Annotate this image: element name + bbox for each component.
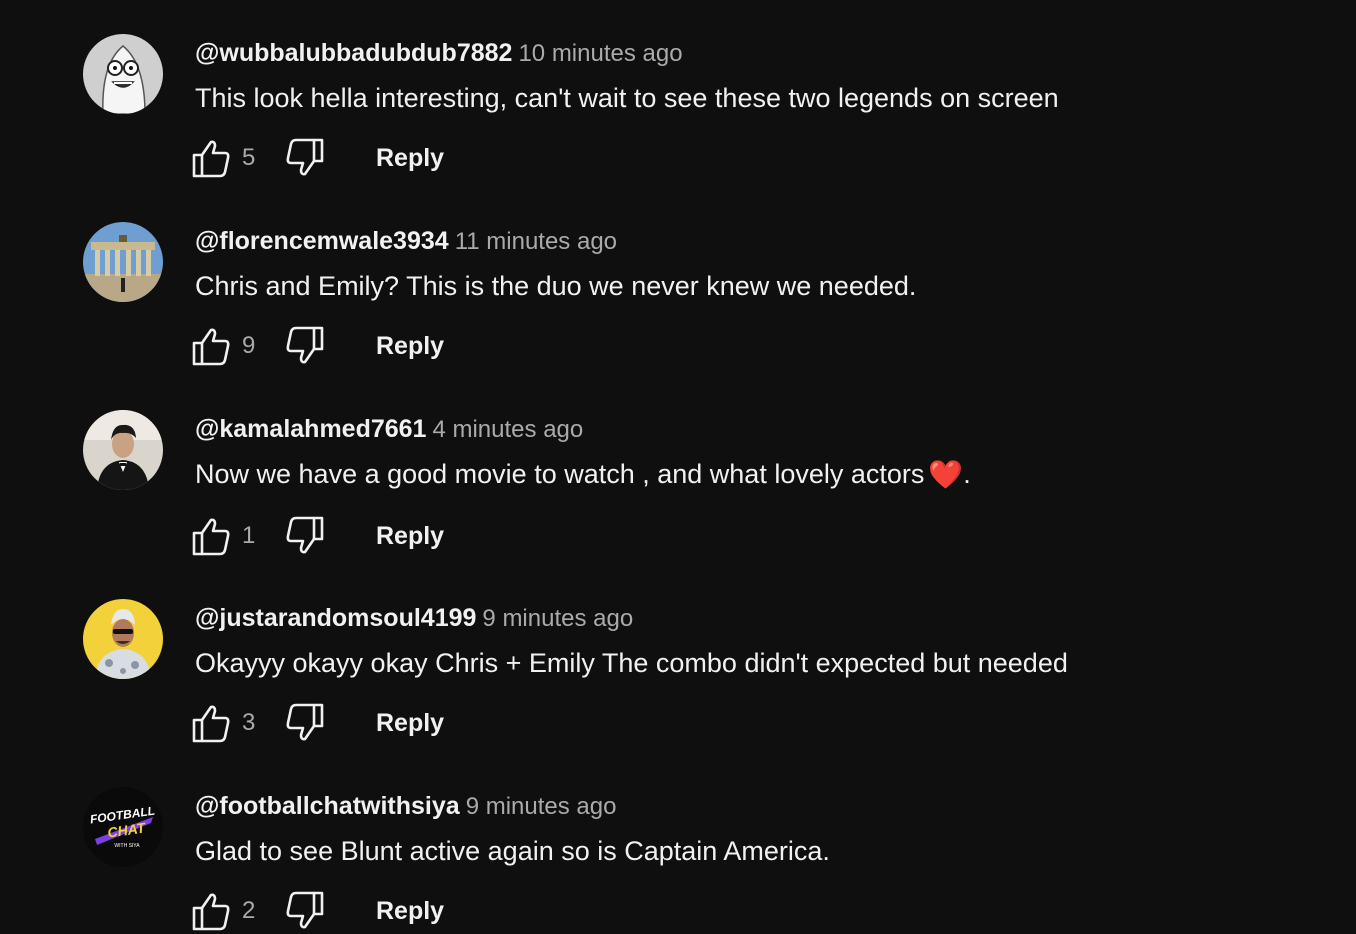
like-count: 1 [242, 522, 256, 549]
comment-author[interactable]: @kamalahmed7661 [195, 415, 426, 443]
like-button[interactable] [190, 138, 232, 178]
thumbs-up-icon [192, 705, 230, 743]
avatar[interactable] [83, 222, 163, 302]
comment-thread: @wubbalubbadubdub7882 10 minutes ago This… [0, 0, 1356, 188]
comment-text: Chris and Emily? This is the duo we neve… [195, 271, 917, 301]
avatar[interactable]: FOOTBALL CHAT WITH SIYA [83, 787, 163, 867]
comment-timestamp[interactable]: 4 minutes ago [432, 416, 583, 443]
comment-timestamp[interactable]: 9 minutes ago [466, 793, 617, 820]
like-count: 2 [242, 897, 256, 924]
comment-thread: FOOTBALL CHAT WITH SIYA @footballchatwit… [0, 753, 1356, 934]
landmark-photo-avatar-icon [83, 222, 163, 302]
football-chat-logo-avatar-icon: FOOTBALL CHAT WITH SIYA [83, 787, 163, 867]
comment-thread: @kamalahmed7661 4 minutes ago Now we have… [0, 376, 1356, 564]
avatar[interactable] [83, 599, 163, 679]
comment-text: Now we have a good movie to watch , and … [195, 456, 971, 493]
comment-text-end: . [963, 459, 971, 489]
comment-header: @footballchatwithsiya 9 minutes ago [195, 789, 616, 827]
like-count: 5 [242, 144, 256, 171]
thumbs-up-icon [192, 140, 230, 178]
thumbs-up-icon [192, 518, 230, 556]
reply-button[interactable]: Reply [376, 520, 444, 552]
heart-emoji: ❤️ [928, 459, 964, 490]
thumbs-down-icon [286, 138, 324, 176]
avatar[interactable] [83, 34, 163, 114]
like-button[interactable] [190, 326, 232, 366]
like-count: 9 [242, 332, 256, 359]
thumbs-up-icon [192, 328, 230, 366]
like-button[interactable] [190, 703, 232, 743]
dislike-button[interactable] [284, 891, 326, 931]
thumbs-down-icon [286, 326, 324, 364]
comment-header: @justarandomsoul4199 9 minutes ago [195, 601, 633, 639]
avatar[interactable] [83, 410, 163, 490]
comment-author[interactable]: @justarandomsoul4199 [195, 604, 476, 632]
thumbs-down-icon [286, 516, 324, 554]
thumbs-up-icon [192, 893, 230, 931]
dislike-button[interactable] [284, 516, 326, 556]
like-button[interactable] [190, 891, 232, 931]
comment-header: @kamalahmed7661 4 minutes ago [195, 412, 583, 450]
comment-timestamp[interactable]: 9 minutes ago [482, 605, 633, 632]
dislike-button[interactable] [284, 326, 326, 366]
thumbs-down-icon [286, 891, 324, 929]
comment-header: @wubbalubbadubdub7882 10 minutes ago [195, 36, 683, 74]
cartoon-character-avatar-icon [83, 34, 163, 114]
logo-line-3: WITH SIYA [114, 843, 140, 849]
reply-button[interactable]: Reply [376, 330, 444, 362]
comment-author[interactable]: @footballchatwithsiya [195, 792, 460, 820]
dislike-button[interactable] [284, 703, 326, 743]
like-count: 3 [242, 709, 256, 736]
reply-button[interactable]: Reply [376, 142, 444, 174]
comment-text: Glad to see Blunt active again so is Cap… [195, 836, 830, 866]
person-yellow-background-avatar-icon [83, 599, 163, 679]
comment-header: @florencemwale3934 11 minutes ago [195, 224, 617, 262]
comment-timestamp[interactable]: 10 minutes ago [518, 40, 682, 67]
comment-thread: @florencemwale3934 11 minutes ago Chris a… [0, 188, 1356, 376]
comment-author[interactable]: @florencemwale3934 [195, 227, 449, 255]
dislike-button[interactable] [284, 138, 326, 178]
comment-thread: @justarandomsoul4199 9 minutes ago Okayyy… [0, 565, 1356, 753]
person-photo-avatar-icon [83, 410, 163, 490]
comment-text: This look hella interesting, can't wait … [195, 83, 1059, 113]
thumbs-down-icon [286, 703, 324, 741]
like-button[interactable] [190, 516, 232, 556]
comment-author[interactable]: @wubbalubbadubdub7882 [195, 39, 512, 67]
comment-timestamp[interactable]: 11 minutes ago [455, 228, 617, 255]
comment-text-body: Now we have a good movie to watch , and … [195, 459, 925, 489]
reply-button[interactable]: Reply [376, 707, 444, 739]
comment-text: Okayyy okayy okay Chris + Emily The comb… [195, 648, 1068, 678]
reply-button[interactable]: Reply [376, 895, 444, 927]
